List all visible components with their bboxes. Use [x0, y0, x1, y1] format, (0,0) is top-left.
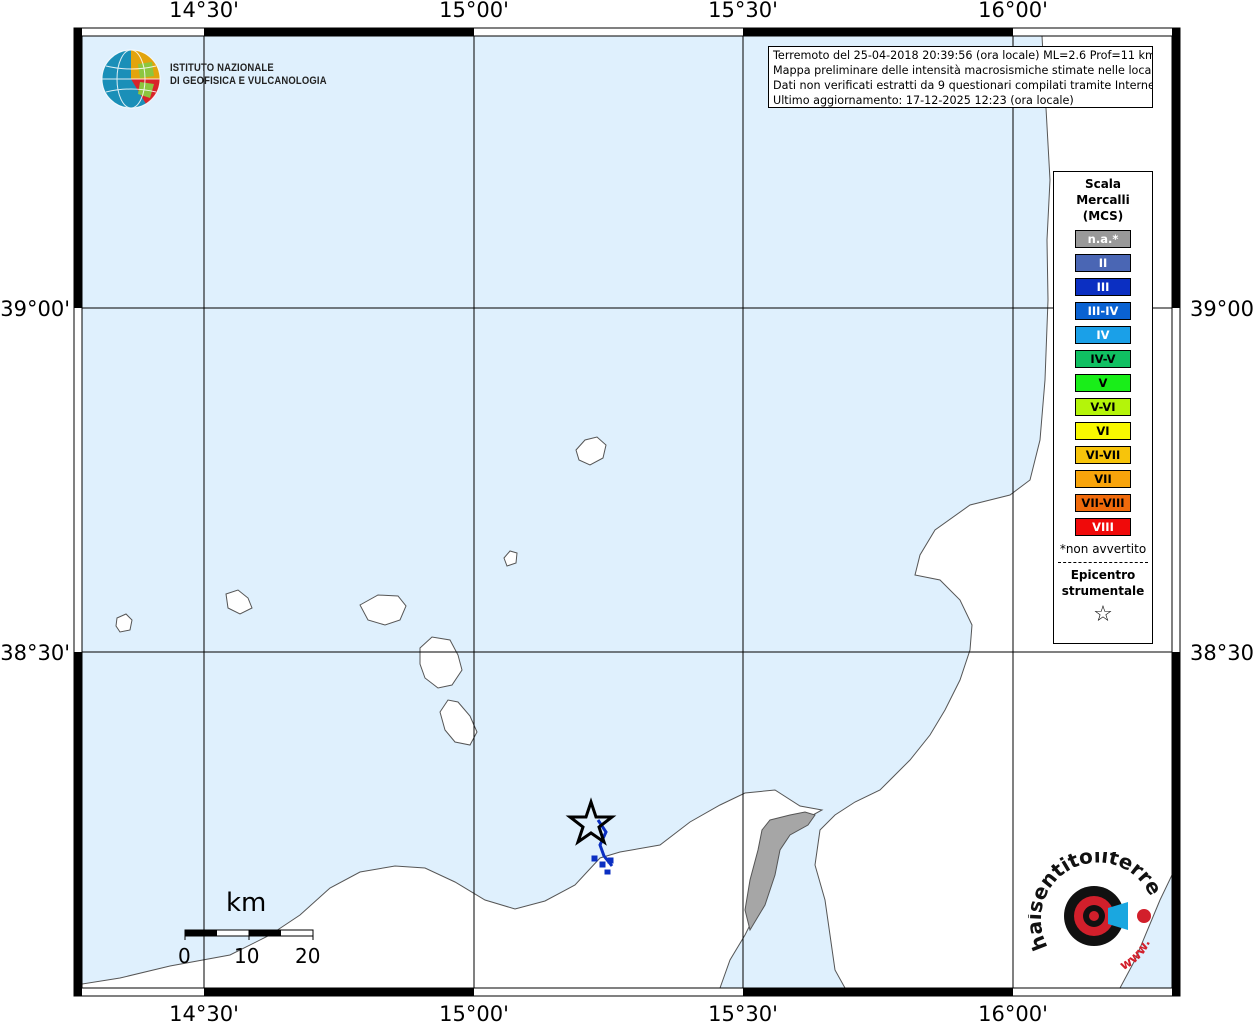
legend-swatch: III-IV — [1075, 302, 1131, 320]
event-info-box: Terremoto del 25-04-2018 20:39:56 (ora l… — [768, 46, 1153, 108]
legend-title: Scala Mercalli (MCS) — [1054, 176, 1152, 224]
legend-swatch: IV — [1075, 326, 1131, 344]
legend-swatch: VII-VIII — [1075, 494, 1131, 512]
legend-swatch: IV-V — [1075, 350, 1131, 368]
legend-items: n.a.* II III III-IV IV IV-V V V-VI VI VI-VII VII VI… — [1054, 230, 1152, 536]
scale-bar-unit: km — [226, 888, 267, 918]
scale-bar-label-20: 20 — [295, 944, 321, 968]
lon-label-bottom-3: 15°30' — [708, 1002, 778, 1024]
legend-swatch: VI-VII — [1075, 446, 1131, 464]
legend-title-line1: Scala — [1084, 177, 1122, 191]
legend-swatch: VII — [1075, 470, 1131, 488]
scale-bar-label-10: 10 — [234, 944, 260, 968]
lon-label-bottom-1: 14°30' — [169, 1002, 239, 1024]
lat-label-right-2: 38°30' — [1190, 641, 1255, 665]
lon-label-top-2: 15°00' — [439, 0, 509, 22]
legend-epicenter-label: Epicentro strumentale — [1054, 567, 1152, 599]
legend-epicenter-line1: Epicentro — [1070, 568, 1136, 582]
legend-epicenter-line2: strumentale — [1061, 584, 1145, 598]
lon-label-top-3: 15°30' — [708, 0, 778, 22]
hai-sentito-logo: haisentitoilterremoto.it www. — [1018, 833, 1168, 977]
event-info-line2: Mappa preliminare delle intensità macros… — [773, 64, 1153, 77]
legend-swatch: VI — [1075, 422, 1131, 440]
legend-swatch: V-VI — [1075, 398, 1131, 416]
legend-swatch: VIII — [1075, 518, 1131, 536]
ingv-name: ISTITUTO NAZIONALE DI GEOFISICA E VULCAN… — [170, 62, 327, 88]
lon-label-bottom-4: 16°00' — [978, 1002, 1048, 1024]
globe-icon — [101, 49, 161, 109]
scale-bar: km 0 10 20 — [178, 888, 330, 968]
ingv-name-line1: ISTITUTO NAZIONALE — [170, 62, 274, 74]
legend-swatch: III — [1075, 278, 1131, 296]
event-info-line4: Ultimo aggiornamento: 17-12-2025 12:23 (… — [773, 94, 1074, 107]
legend-note: *non avvertito — [1059, 542, 1147, 556]
event-info-line1: Terremoto del 25-04-2018 20:39:56 (ora l… — [773, 49, 1153, 62]
hai-sentito-logo-icon: haisentitoilterremoto.it www. — [1018, 833, 1168, 974]
ingv-name-line2: DI GEOFISICA E VULCANOLOGIA — [170, 75, 327, 87]
lat-label-right-1: 39°00' — [1190, 297, 1255, 321]
lon-label-top-4: 16°00' — [978, 0, 1048, 22]
legend-divider — [1058, 562, 1148, 563]
legend-title-line3: (MCS) — [1082, 209, 1124, 223]
legend-swatch: V — [1075, 374, 1131, 392]
lat-label-left-2: 38°30' — [0, 641, 70, 665]
legend-swatch: II — [1075, 254, 1131, 272]
legend-swatch: n.a.* — [1075, 230, 1131, 248]
svg-text:www.: www. — [1118, 937, 1154, 974]
lon-label-top-1: 14°30' — [169, 0, 239, 22]
hai-sentito-logo-prefix: www. — [1118, 937, 1154, 974]
lat-label-left-1: 39°00' — [0, 297, 70, 321]
scale-bar-label-0: 0 — [178, 944, 191, 968]
legend-star-icon: ☆ — [1093, 602, 1113, 627]
legend-title-line2: Mercalli — [1076, 193, 1130, 207]
event-info-line3: Dati non verificati estratti da 9 questi… — [773, 79, 1153, 92]
ingv-logo: ISTITUTO NAZIONALE DI GEOFISICA E VULCAN… — [100, 48, 340, 110]
mcs-legend: Scala Mercalli (MCS) n.a.* II III III-IV IV I… — [1053, 171, 1153, 644]
lon-label-bottom-2: 15°00' — [439, 1002, 509, 1024]
